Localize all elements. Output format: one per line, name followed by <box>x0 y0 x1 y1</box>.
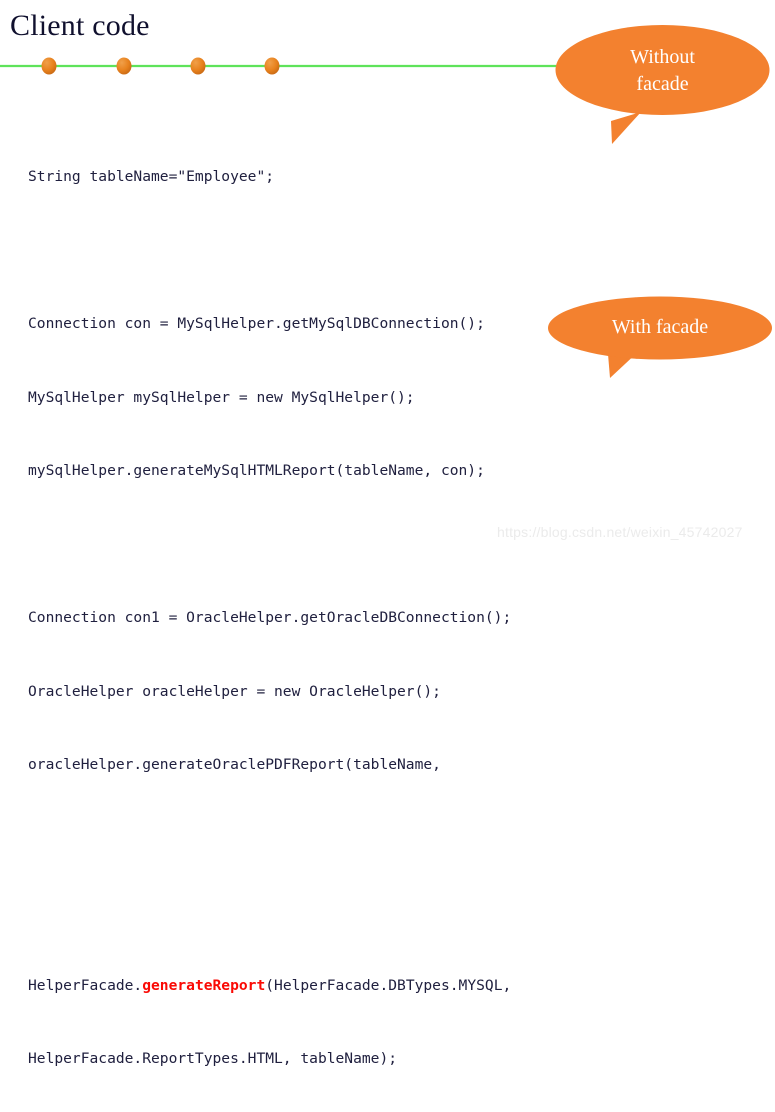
divider-bullet-4 <box>264 57 280 75</box>
code-text: (HelperFacade.DBTypes.MYSQL, <box>265 976 512 994</box>
code-text: HelperFacade. <box>28 976 143 994</box>
code-block: String tableName="Employee"; Connection … <box>28 116 728 1112</box>
callout-without-facade: Without facade <box>555 24 770 146</box>
callout-with-facade-shape <box>548 296 772 378</box>
code-line: oracleHelper.generateOraclePDFReport(tab… <box>28 756 441 773</box>
code-keyword-generate-report: generateReport <box>142 976 266 994</box>
code-line: String tableName="Employee"; <box>28 168 275 185</box>
divider-bullet-3 <box>190 57 206 75</box>
code-line: mySqlHelper.generateMySqlHTMLReport(tabl… <box>28 462 485 479</box>
callout-without-facade-shape <box>555 25 770 144</box>
slide-canvas: Client code String tableName="Employee";… <box>0 0 775 1067</box>
code-line: HelperFacade.generateReport(HelperFacade… <box>28 974 728 999</box>
code-line: HelperFacade.ReportTypes.HTML, tableName… <box>28 1050 398 1067</box>
watermark: https://blog.csdn.net/weixin_45742027 <box>497 524 743 540</box>
divider-bullet-2 <box>116 57 132 75</box>
divider-bullet-1 <box>41 57 57 75</box>
page-title: Client code <box>10 9 150 42</box>
code-line: OracleHelper oracleHelper = new OracleHe… <box>28 682 441 700</box>
code-line: Connection con1 = OracleHelper.getOracle… <box>28 609 512 626</box>
code-line: MySqlHelper mySqlHelper = new MySqlHelpe… <box>28 388 415 406</box>
callout-with-facade: With facade <box>548 296 772 378</box>
